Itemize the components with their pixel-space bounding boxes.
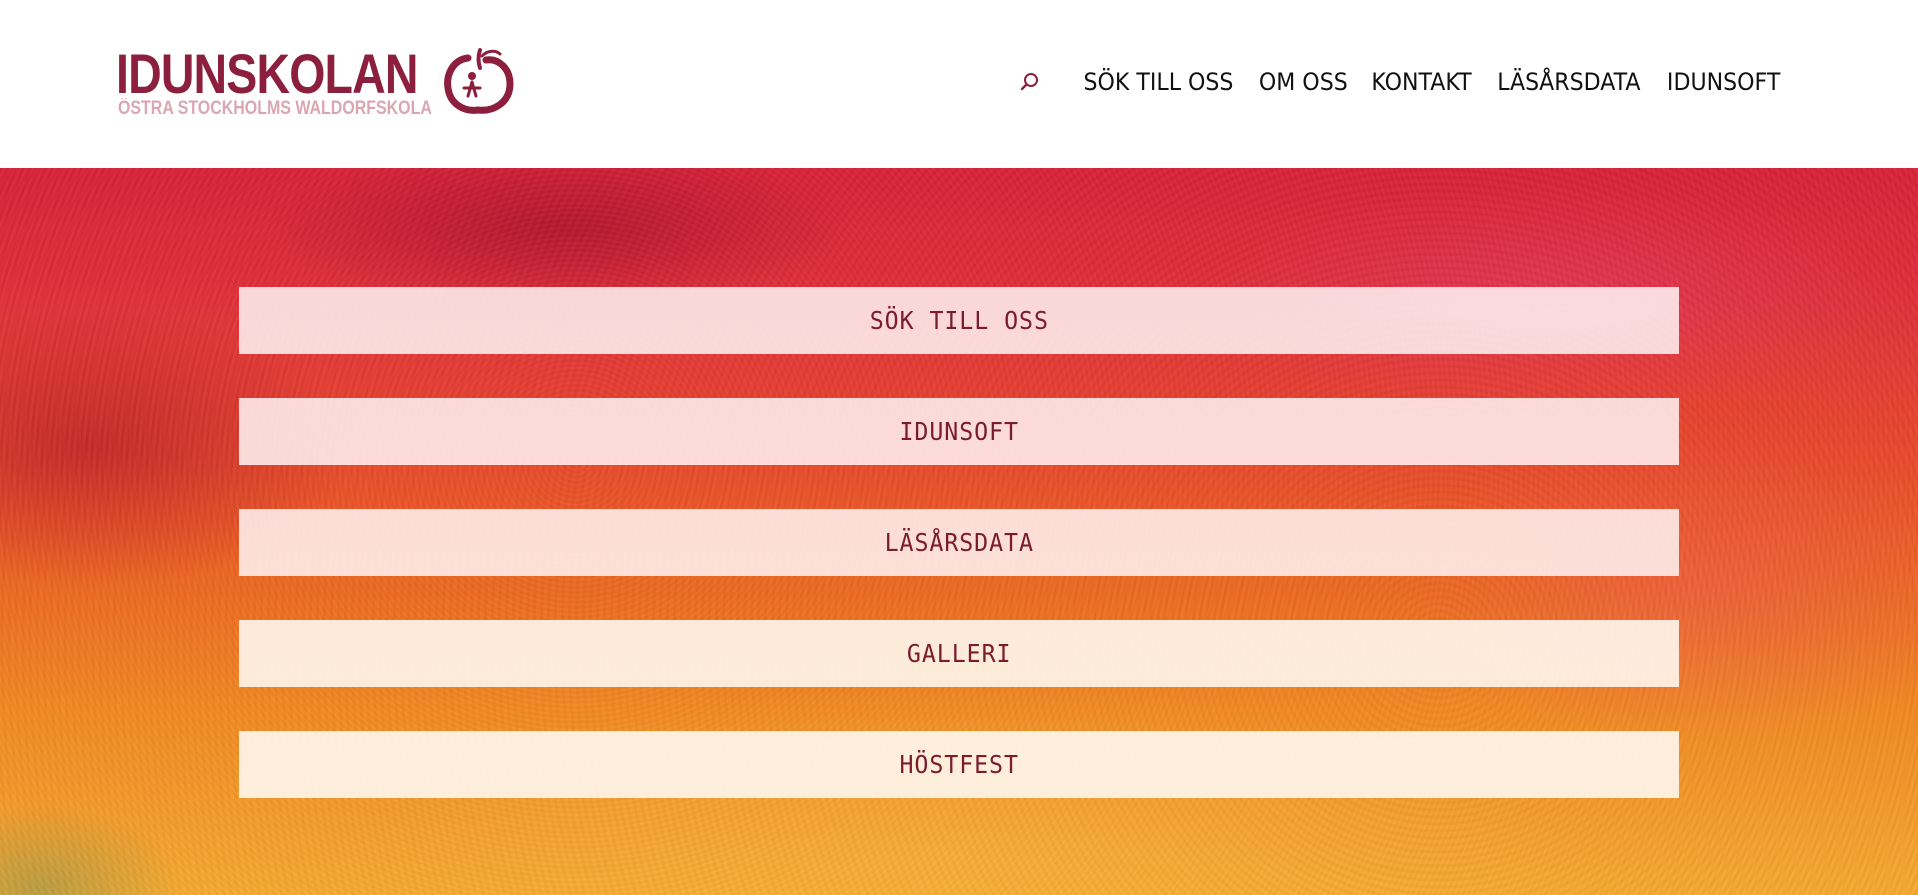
button-label: LÄSÅRSDATA [884, 528, 1034, 557]
search-icon [1021, 73, 1039, 91]
button-label: HÖSTFEST [899, 750, 1019, 779]
hero-link-list: SÖK TILL OSS IDUNSOFT LÄSÅRSDATA GALLERI… [239, 287, 1679, 842]
hostfest-button[interactable]: HÖSTFEST [239, 731, 1679, 798]
galleri-button[interactable]: GALLERI [239, 620, 1679, 687]
search-button[interactable] [1017, 69, 1043, 95]
nav-link-kontakt[interactable]: KONTAKT [1371, 64, 1471, 100]
logo-wordmark: IDUNSKOLAN [116, 42, 418, 105]
lasarsdata-button[interactable]: LÄSÅRSDATA [239, 509, 1679, 576]
nav-link-lasarsdata[interactable]: LÄSÅRSDATA [1497, 64, 1640, 100]
nav-link-om-oss[interactable]: OM OSS [1259, 64, 1348, 100]
button-label: GALLERI [906, 639, 1012, 668]
nav-link-sok-till-oss[interactable]: SÖK TILL OSS [1084, 64, 1234, 100]
button-label: SÖK TILL OSS [869, 306, 1049, 335]
idunsoft-button[interactable]: IDUNSOFT [239, 398, 1679, 465]
nav-link-idunsoft[interactable]: IDUNSOFT [1667, 64, 1780, 100]
site-header: IDUNSKOLAN ÖSTRA STOCKHOLMS WALDORFSKOLA… [0, 0, 1918, 168]
hero-section: SÖK TILL OSS IDUNSOFT LÄSÅRSDATA GALLERI… [0, 168, 1918, 895]
main-nav: SÖK TILL OSS OM OSS KONTAKT LÄSÅRSDATA I… [1017, 64, 1785, 100]
apple-logo-icon [444, 48, 514, 114]
sok-till-oss-button[interactable]: SÖK TILL OSS [239, 287, 1679, 354]
logo-link[interactable]: IDUNSKOLAN ÖSTRA STOCKHOLMS WALDORFSKOLA [116, 46, 516, 120]
logo-subtitle: ÖSTRA STOCKHOLMS WALDORFSKOLA [118, 98, 432, 119]
button-label: IDUNSOFT [899, 417, 1019, 446]
